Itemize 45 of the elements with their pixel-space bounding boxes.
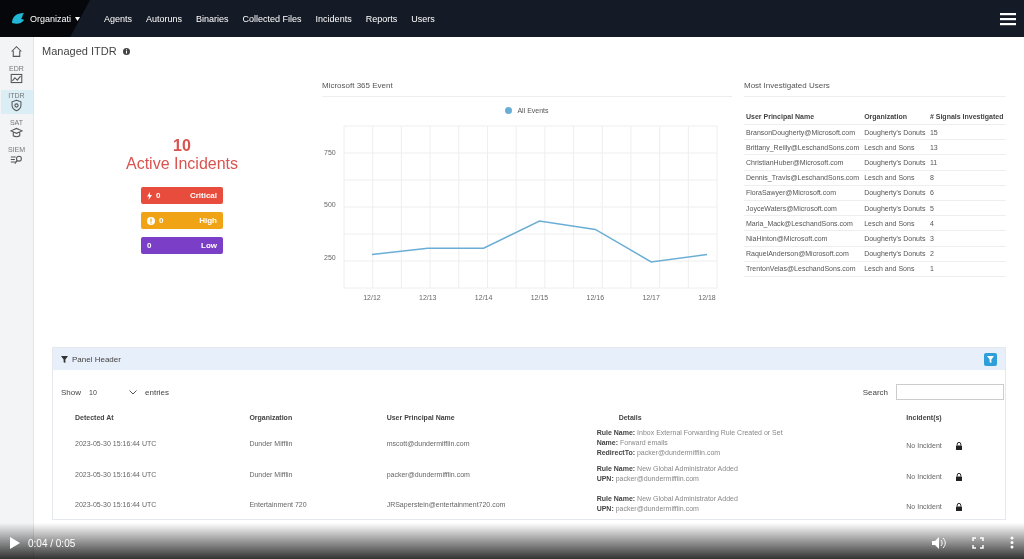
nav-link[interactable]: Agents <box>104 13 133 24</box>
filter-icon <box>61 355 68 363</box>
graduation-cap-icon <box>10 126 23 139</box>
shield-icon <box>10 99 23 112</box>
search-list-icon <box>10 153 23 166</box>
nav-link[interactable]: Reports <box>365 13 398 24</box>
legend-dot-icon <box>505 107 513 114</box>
search-label: Search <box>862 387 888 397</box>
lock-icon <box>955 502 962 511</box>
more-button[interactable] <box>1010 536 1014 549</box>
logo-icon <box>10 10 26 27</box>
caret-icon <box>75 16 81 21</box>
severity-badge: 0 High <box>141 212 223 229</box>
nav-link[interactable]: Incidents <box>315 13 352 24</box>
home-icon <box>10 45 23 58</box>
chart-icon <box>10 72 23 85</box>
bolt-icon <box>147 191 152 200</box>
exclamation-icon <box>147 216 155 225</box>
show-label: Show <box>61 387 81 397</box>
filter-button[interactable] <box>984 352 997 366</box>
play-button[interactable] <box>10 537 20 549</box>
nav-link[interactable]: Users <box>411 13 435 24</box>
chart-title: Microsoft 365 Event <box>322 81 732 97</box>
severity-badge: 0 Critical <box>141 187 223 204</box>
incident-count: 10 <box>173 137 191 155</box>
chevron-down-icon <box>129 389 137 395</box>
entries-label: entries <box>145 387 170 397</box>
menu-icon[interactable] <box>1000 11 1016 26</box>
section-title: Most Investigated Users <box>744 81 1006 97</box>
organization-dropdown[interactable]: Organizati <box>30 13 72 24</box>
nav-link[interactable]: Collected Files <box>242 13 302 24</box>
page-title: Managed ITDR <box>42 45 117 57</box>
incidents-label: Active Incidents <box>125 155 239 173</box>
info-icon[interactable] <box>122 47 130 55</box>
filter-icon <box>987 355 994 363</box>
nav-link[interactable]: Autoruns <box>146 13 183 24</box>
nav-link[interactable]: Binaries <box>196 13 229 24</box>
volume-button[interactable] <box>932 537 946 549</box>
lock-icon <box>955 472 962 481</box>
fullscreen-button[interactable] <box>972 537 984 549</box>
lock-icon <box>955 441 962 450</box>
video-time: 0:04 / 0:05 <box>28 538 76 549</box>
search-field[interactable] <box>896 384 1004 400</box>
severity-badge: 0 Low <box>141 237 223 254</box>
panel-title: Panel Header <box>72 354 121 364</box>
